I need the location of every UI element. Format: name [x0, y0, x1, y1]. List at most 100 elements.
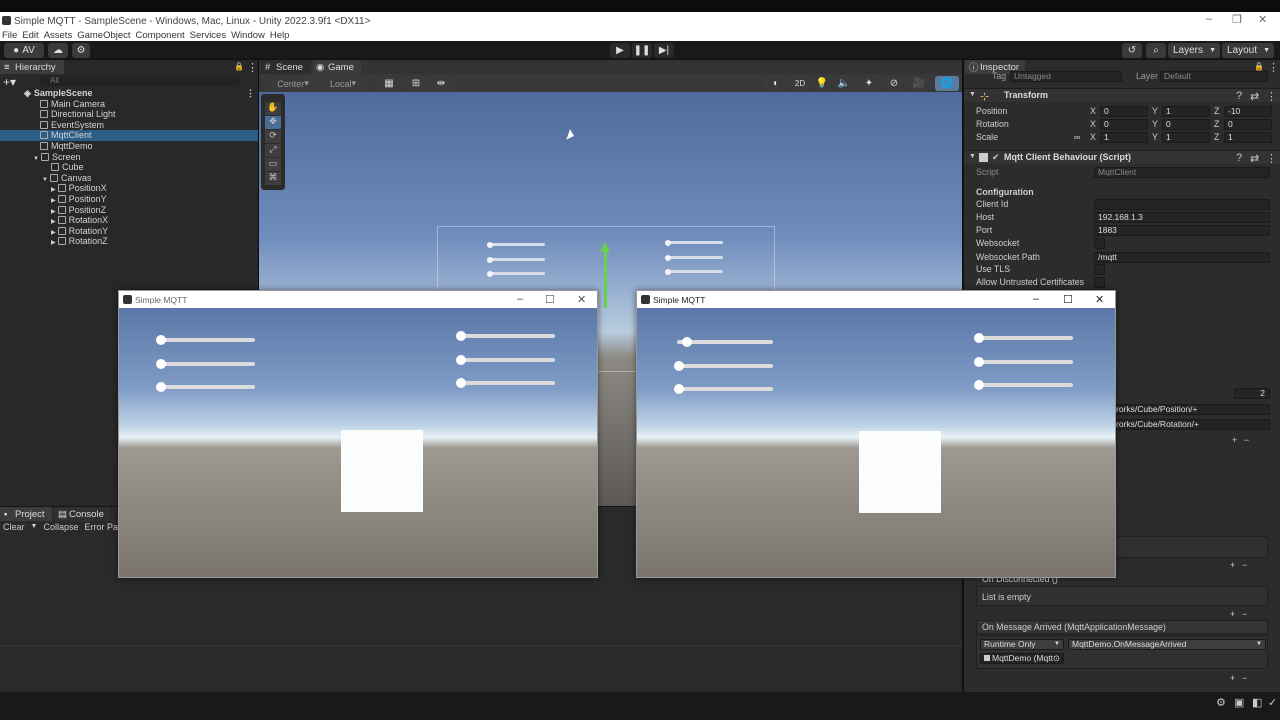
- cloud-button[interactable]: ☁: [48, 43, 68, 58]
- audio-button[interactable]: 🔈: [835, 76, 853, 91]
- add-listener-button[interactable]: +: [1230, 559, 1235, 571]
- player-window-1[interactable]: Simple MQTT – ☐ ✕: [118, 290, 598, 578]
- position-y-field[interactable]: 1: [1162, 106, 1210, 117]
- collab-button[interactable]: ⚙: [72, 43, 90, 58]
- rect-tool-button[interactable]: ▭: [265, 158, 281, 171]
- hierarchy-item[interactable]: ▼ Screen: [0, 152, 258, 163]
- rotation-x-field[interactable]: 0: [1100, 119, 1148, 130]
- player-window-2[interactable]: Simple MQTT – ☐ ✕: [636, 290, 1116, 578]
- notifications-icon[interactable]: ✓: [1268, 696, 1277, 709]
- progress-icon[interactable]: ▣: [1234, 696, 1244, 709]
- hierarchy-item[interactable]: MqttDemo: [0, 141, 258, 152]
- minimize-icon[interactable]: –: [517, 293, 523, 305]
- menu-services[interactable]: Services: [190, 30, 226, 41]
- minimize-icon[interactable]: –: [1206, 13, 1212, 25]
- use-tls-checkbox[interactable]: [1094, 264, 1105, 275]
- slider-knob[interactable]: [682, 337, 692, 347]
- close-icon[interactable]: ✕: [1095, 293, 1104, 306]
- rotation-y-field[interactable]: 0: [1162, 119, 1210, 130]
- script-component-header[interactable]: ▼ ✔ Mqtt Client Behaviour (Script) ? ⇄ ⋮: [964, 150, 1280, 165]
- layer-dropdown[interactable]: Default: [1160, 71, 1268, 82]
- bug-icon[interactable]: ⚙: [1216, 696, 1226, 709]
- hierarchy-item-selected[interactable]: MqttClient: [0, 130, 258, 141]
- pause-button[interactable]: ❚❚: [632, 43, 652, 58]
- position-x-field[interactable]: 0: [1100, 106, 1148, 117]
- add-listener-button[interactable]: +: [1230, 672, 1235, 684]
- more-icon[interactable]: ⋮: [1266, 152, 1277, 165]
- close-icon[interactable]: ✕: [1258, 13, 1267, 26]
- lock-icon[interactable]: 🔒: [1254, 62, 1264, 71]
- hierarchy-item[interactable]: Main Camera: [0, 99, 258, 110]
- websocket-checkbox[interactable]: [1094, 238, 1105, 249]
- preset-icon[interactable]: ⇄: [1250, 90, 1259, 103]
- slider-knob[interactable]: [674, 361, 684, 371]
- help-icon[interactable]: ?: [1236, 90, 1242, 102]
- menu-gameobject[interactable]: GameObject: [77, 30, 130, 41]
- scale-y-field[interactable]: 1: [1162, 132, 1210, 143]
- menu-component[interactable]: Component: [136, 30, 185, 41]
- move-gizmo-y-axis[interactable]: [604, 248, 607, 308]
- position-z-slider[interactable]: [156, 382, 255, 392]
- tab-console[interactable]: ▤ Console: [54, 507, 110, 521]
- position-x-slider[interactable]: [677, 337, 773, 347]
- hierarchy-item[interactable]: ▶ PositionX: [0, 183, 258, 194]
- host-field[interactable]: 192.168.1.3: [1094, 212, 1270, 223]
- more-icon[interactable]: ⋮: [246, 88, 255, 99]
- slider-knob[interactable]: [974, 380, 984, 390]
- rotation-z-slider[interactable]: [456, 378, 555, 388]
- websocket-path-field[interactable]: /mqtt: [1094, 252, 1270, 263]
- target-picker-icon[interactable]: ⊙: [1053, 654, 1060, 663]
- transform-header[interactable]: ▼ ⊹ Transform ? ⇄ ⋮: [964, 88, 1280, 103]
- slider-knob[interactable]: [974, 357, 984, 367]
- chevron-down-icon[interactable]: ▼: [31, 521, 38, 533]
- snap-button[interactable]: ⊞: [405, 76, 427, 91]
- lock-icon[interactable]: 🔒: [234, 62, 244, 71]
- hierarchy-item[interactable]: ▼ Canvas: [0, 173, 258, 184]
- step-button[interactable]: ▶|: [654, 43, 674, 58]
- draw-mode-button[interactable]: ◐: [764, 76, 788, 91]
- pivot-dropdown[interactable]: Center ▾: [269, 76, 317, 91]
- play-button[interactable]: ▶: [610, 43, 630, 58]
- minimize-icon[interactable]: –: [1033, 293, 1039, 305]
- scale-tool-button[interactable]: ⤢: [265, 144, 281, 157]
- hierarchy-item[interactable]: EventSystem: [0, 120, 258, 131]
- rotation-y-slider[interactable]: [974, 357, 1073, 367]
- add-listener-button[interactable]: +: [1230, 608, 1235, 620]
- maximize-icon[interactable]: ☐: [1063, 293, 1073, 306]
- hierarchy-item[interactable]: ▶ RotationY: [0, 226, 258, 237]
- grid-snap-button[interactable]: ▦: [377, 76, 401, 91]
- move-gizmo-arrow-icon[interactable]: [600, 242, 610, 252]
- transform-tool-button[interactable]: ⌘: [265, 172, 281, 185]
- clear-button[interactable]: Clear: [3, 521, 25, 533]
- rotation-y-slider[interactable]: [456, 355, 555, 365]
- effects-button[interactable]: ✦: [857, 76, 881, 91]
- port-field[interactable]: 1883: [1094, 225, 1270, 236]
- scene-row[interactable]: ◈ SampleScene ⋮: [0, 88, 258, 99]
- target-object-field[interactable]: MqttDemo (Mqtt ⊙: [980, 653, 1064, 664]
- rotate-tool-button[interactable]: ⟳: [265, 130, 281, 143]
- add-button[interactable]: +▾: [3, 75, 16, 89]
- rotation-x-slider[interactable]: [456, 331, 555, 341]
- position-z-field[interactable]: -10: [1224, 106, 1272, 117]
- increment-snap-button[interactable]: ⇹: [429, 76, 453, 91]
- scale-x-field[interactable]: 1: [1100, 132, 1148, 143]
- maximize-icon[interactable]: ☐: [545, 293, 555, 306]
- layers-dropdown[interactable]: Layers ▼: [1168, 43, 1220, 58]
- history-button[interactable]: ↺: [1122, 43, 1142, 58]
- rotation-z-slider[interactable]: [974, 380, 1073, 390]
- account-button[interactable]: ● AV: [4, 43, 44, 58]
- menu-window[interactable]: Window: [231, 30, 265, 41]
- remove-listener-button[interactable]: −: [1242, 672, 1247, 684]
- menu-help[interactable]: Help: [270, 30, 290, 41]
- collapse-button[interactable]: Collapse: [43, 521, 78, 533]
- player-window-titlebar[interactable]: Simple MQTT – ☐ ✕: [637, 291, 1115, 308]
- add-topic-button[interactable]: +: [1232, 434, 1237, 446]
- tab-hierarchy[interactable]: ≡ Hierarchy: [0, 60, 64, 74]
- slider-knob[interactable]: [674, 384, 684, 394]
- tag-dropdown[interactable]: Untagged: [1010, 71, 1122, 82]
- topics-count-field[interactable]: 2: [1234, 388, 1270, 399]
- rotation-z-field[interactable]: 0: [1224, 119, 1272, 130]
- position-y-slider[interactable]: [674, 361, 773, 371]
- untrusted-certs-checkbox[interactable]: [1094, 277, 1105, 288]
- slider-knob[interactable]: [456, 355, 466, 365]
